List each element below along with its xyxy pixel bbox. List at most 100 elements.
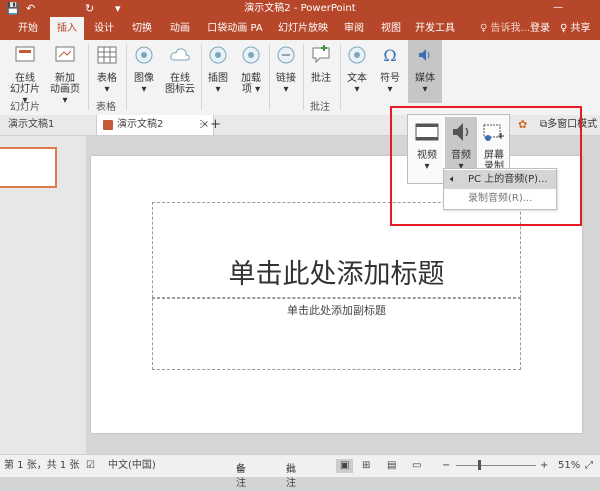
group-label-comments: 批注 xyxy=(310,102,330,113)
reading-view-button[interactable]: ▤ xyxy=(387,459,396,473)
fit-slide-icon[interactable]: ⤢ xyxy=(585,459,593,473)
image-button[interactable]: 图像 ▾ xyxy=(130,43,158,95)
link-icon xyxy=(277,46,295,64)
table-button[interactable]: 表格 ▾ xyxy=(92,43,122,95)
online-icon-cloud-button[interactable]: 在线 图标云 xyxy=(162,43,198,95)
subtitle-placeholder-text: 单击此处添加副标题 xyxy=(287,304,386,317)
window-title: 演示文稿2 - PowerPoint xyxy=(244,3,356,14)
group-label-slides: 幻灯片 xyxy=(10,102,40,113)
new-animation-label-2: 动画页 ▾ xyxy=(50,84,80,106)
text-dropdown-arrow: ▾ xyxy=(354,84,360,95)
link-dropdown-arrow: ▾ xyxy=(283,84,289,95)
zoom-in-button[interactable]: + xyxy=(540,459,548,473)
group-separator xyxy=(340,44,341,110)
online-slides-button[interactable]: 在线 幻灯片 ▾ xyxy=(6,43,44,106)
zoom-slider-track[interactable] xyxy=(456,465,536,466)
table-icon xyxy=(97,46,117,64)
addins-label-2: 项 ▾ xyxy=(241,84,261,95)
tab-animations[interactable]: 动画 xyxy=(164,17,196,40)
addins-label: 加载 xyxy=(241,73,261,84)
text-icon xyxy=(348,46,366,64)
slideshow-button[interactable]: ▭ xyxy=(412,459,421,473)
tab-pocket-animation[interactable]: 口袋动画 PA xyxy=(204,17,266,40)
add-tab-icon[interactable]: + xyxy=(210,115,222,135)
zoom-out-button[interactable]: − xyxy=(442,459,450,473)
doc-tab-2-label: 演示文稿2 xyxy=(117,119,164,130)
group-separator xyxy=(303,44,304,110)
media-button[interactable]: 媒体 ▾ xyxy=(408,40,442,103)
group-separator xyxy=(126,44,127,110)
animation-page-icon xyxy=(55,46,75,62)
slide-count: 第 1 张，共 1 张 xyxy=(4,460,80,471)
group-separator xyxy=(88,44,89,110)
comments-label: 批注 xyxy=(286,464,296,489)
tab-insert[interactable]: 插入 xyxy=(50,17,84,40)
tab-transitions[interactable]: 切换 xyxy=(126,17,158,40)
language-indicator[interactable]: 中文(中国) xyxy=(108,459,156,473)
new-animation-page-button[interactable]: 新加 动画页 ▾ xyxy=(46,43,84,106)
doc-tab-1[interactable]: 演示文稿1 xyxy=(4,115,96,135)
text-button[interactable]: 文本 ▾ xyxy=(343,43,371,95)
speaker-icon xyxy=(419,49,430,61)
media-dropdown-arrow: ▾ xyxy=(422,84,428,95)
tab-design[interactable]: 设计 xyxy=(88,17,120,40)
omega-icon: Ω xyxy=(383,46,396,65)
status-bar: 第 1 张，共 1 张 ☑ 中文(中国) ≡ 备注 ▭ 批注 ▣ ⊞ ▤ ▭ −… xyxy=(0,454,600,489)
ribbon-insert-panel: 在线 幻灯片 ▾ 新加 动画页 ▾ 幻灯片 表格 ▾ 表格 图像 ▾ 在线 图标… xyxy=(0,40,600,116)
comment-label: 批注 xyxy=(311,73,331,84)
online-icon-label: 在线 xyxy=(170,73,190,84)
symbol-label: 符号 xyxy=(380,73,400,84)
link-button[interactable]: 链接 ▾ xyxy=(272,43,300,95)
powerpoint-file-icon xyxy=(103,120,113,130)
subtitle-placeholder[interactable]: 单击此处添加副标题 xyxy=(152,298,521,370)
group-separator xyxy=(269,44,270,110)
comment-button[interactable]: 批注 xyxy=(306,43,336,84)
addins-icon xyxy=(242,46,260,64)
symbol-button[interactable]: Ω 符号 ▾ xyxy=(376,43,404,95)
illustrations-icon xyxy=(209,46,227,64)
title-placeholder-text: 单击此处添加标题 xyxy=(228,259,445,290)
notes-label: 备注 xyxy=(236,464,246,489)
tab-developer[interactable]: 开发工具 xyxy=(412,17,458,40)
table-label: 表格 xyxy=(97,73,117,84)
tell-me-search[interactable]: ♀ 告诉我... xyxy=(480,17,530,40)
tab-slideshow[interactable]: 幻灯片放映 xyxy=(272,17,334,40)
illustrations-button[interactable]: 插图 ▾ xyxy=(204,43,232,95)
table-dropdown-arrow: ▾ xyxy=(104,84,110,95)
share-button[interactable]: ♀ 共享 xyxy=(560,17,591,40)
slide-icon xyxy=(15,46,35,62)
link-label: 链接 xyxy=(276,73,296,84)
media-label: 媒体 xyxy=(415,73,435,84)
slide-sorter-button[interactable]: ⊞ xyxy=(362,459,370,473)
group-separator xyxy=(201,44,202,110)
spellcheck-icon[interactable]: ☑ xyxy=(86,459,95,473)
minimize-button[interactable]: — xyxy=(548,0,568,17)
online-icon-label-2: 图标云 xyxy=(165,84,195,95)
zoom-slider-thumb[interactable] xyxy=(478,460,481,470)
text-label: 文本 xyxy=(347,73,367,84)
cloud-icon xyxy=(170,48,190,61)
slide-thumbnail[interactable] xyxy=(0,147,57,188)
tab-home[interactable]: 开始 xyxy=(12,17,44,40)
group-label-table: 表格 xyxy=(96,102,116,113)
svg-text:Ω: Ω xyxy=(383,46,396,65)
highlight-box xyxy=(390,106,582,226)
tab-menu-icon[interactable]: ⋮ xyxy=(196,115,206,135)
image-icon xyxy=(135,46,153,64)
normal-view-button[interactable]: ▣ xyxy=(336,459,354,473)
zoom-level[interactable]: 51% xyxy=(558,459,580,473)
image-dropdown-arrow: ▾ xyxy=(141,84,147,95)
addins-button[interactable]: 加载 项 ▾ xyxy=(236,43,266,95)
tab-view[interactable]: 视图 xyxy=(376,17,406,40)
illustrations-dropdown-arrow: ▾ xyxy=(215,84,221,95)
symbol-dropdown-arrow: ▾ xyxy=(387,84,393,95)
tab-review[interactable]: 审阅 xyxy=(339,17,369,40)
new-animation-label: 新加 xyxy=(55,73,75,84)
login-link[interactable]: 登录 xyxy=(530,17,550,40)
ribbon-tabs: 开始 插入 设计 切换 动画 口袋动画 PA 幻灯片放映 审阅 视图 开发工具 … xyxy=(0,17,600,40)
comment-icon xyxy=(312,45,330,64)
online-slides-label: 在线 xyxy=(15,73,35,84)
title-bar: 💾 ↶ ↻ ▾ 演示文稿2 - PowerPoint — xyxy=(0,0,600,17)
image-label: 图像 xyxy=(134,73,154,84)
illustrations-label: 插图 xyxy=(208,73,228,84)
